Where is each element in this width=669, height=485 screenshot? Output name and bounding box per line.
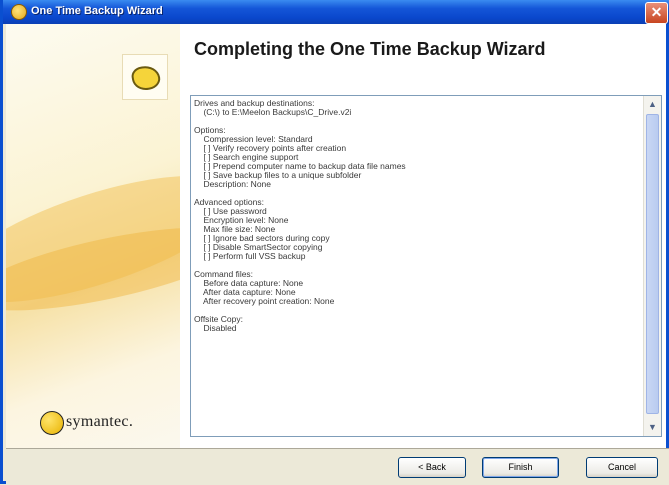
summary-line: Disabled (194, 323, 237, 333)
wizard-window: One Time Backup Wizard ✕ symantec. Compl… (0, 0, 669, 485)
backup-shape-icon (130, 63, 162, 93)
window-title: One Time Backup Wizard (31, 5, 163, 17)
summary-line (194, 261, 640, 270)
vertical-scrollbar[interactable]: ▲ ▼ (643, 96, 661, 436)
summary-line (194, 306, 640, 315)
finish-button[interactable]: Finish (482, 457, 559, 478)
summary-line: (C:\) to E:\Meelon Backups\C_Drive.v2i (194, 107, 352, 117)
close-button[interactable]: ✕ (645, 2, 668, 24)
summary-textbox[interactable]: Drives and backup destinations: (C:\) to… (190, 95, 662, 437)
summary-line: [ ] Perform full VSS backup (194, 251, 306, 261)
page-title: Completing the One Time Backup Wizard (194, 39, 546, 59)
left-branding-panel: symantec. (6, 24, 180, 448)
scroll-thumb[interactable] (646, 114, 659, 414)
symantec-logo-icon (40, 411, 64, 435)
wizard-app-icon (11, 4, 27, 20)
back-button[interactable]: < Back (398, 457, 466, 478)
scroll-down-arrow-icon[interactable]: ▼ (645, 420, 660, 435)
summary-line: After recovery point creation: None (194, 296, 335, 306)
scroll-up-arrow-icon[interactable]: ▲ (645, 97, 660, 112)
summary-line: Offsite Copy: (194, 314, 243, 324)
summary-text: Drives and backup destinations: (C:\) to… (194, 99, 640, 433)
backup-badge-icon (122, 54, 168, 100)
summary-line (194, 117, 640, 126)
title-bar[interactable]: One Time Backup Wizard ✕ (3, 0, 669, 24)
summary-line: Description: None (194, 179, 272, 189)
logo-text: symantec. (66, 413, 134, 430)
content-panel: Completing the One Time Backup Wizard Dr… (180, 24, 666, 448)
button-bar: < Back Finish Cancel (6, 448, 669, 485)
cancel-button[interactable]: Cancel (586, 457, 658, 478)
symantec-logo: symantec. (40, 408, 160, 436)
